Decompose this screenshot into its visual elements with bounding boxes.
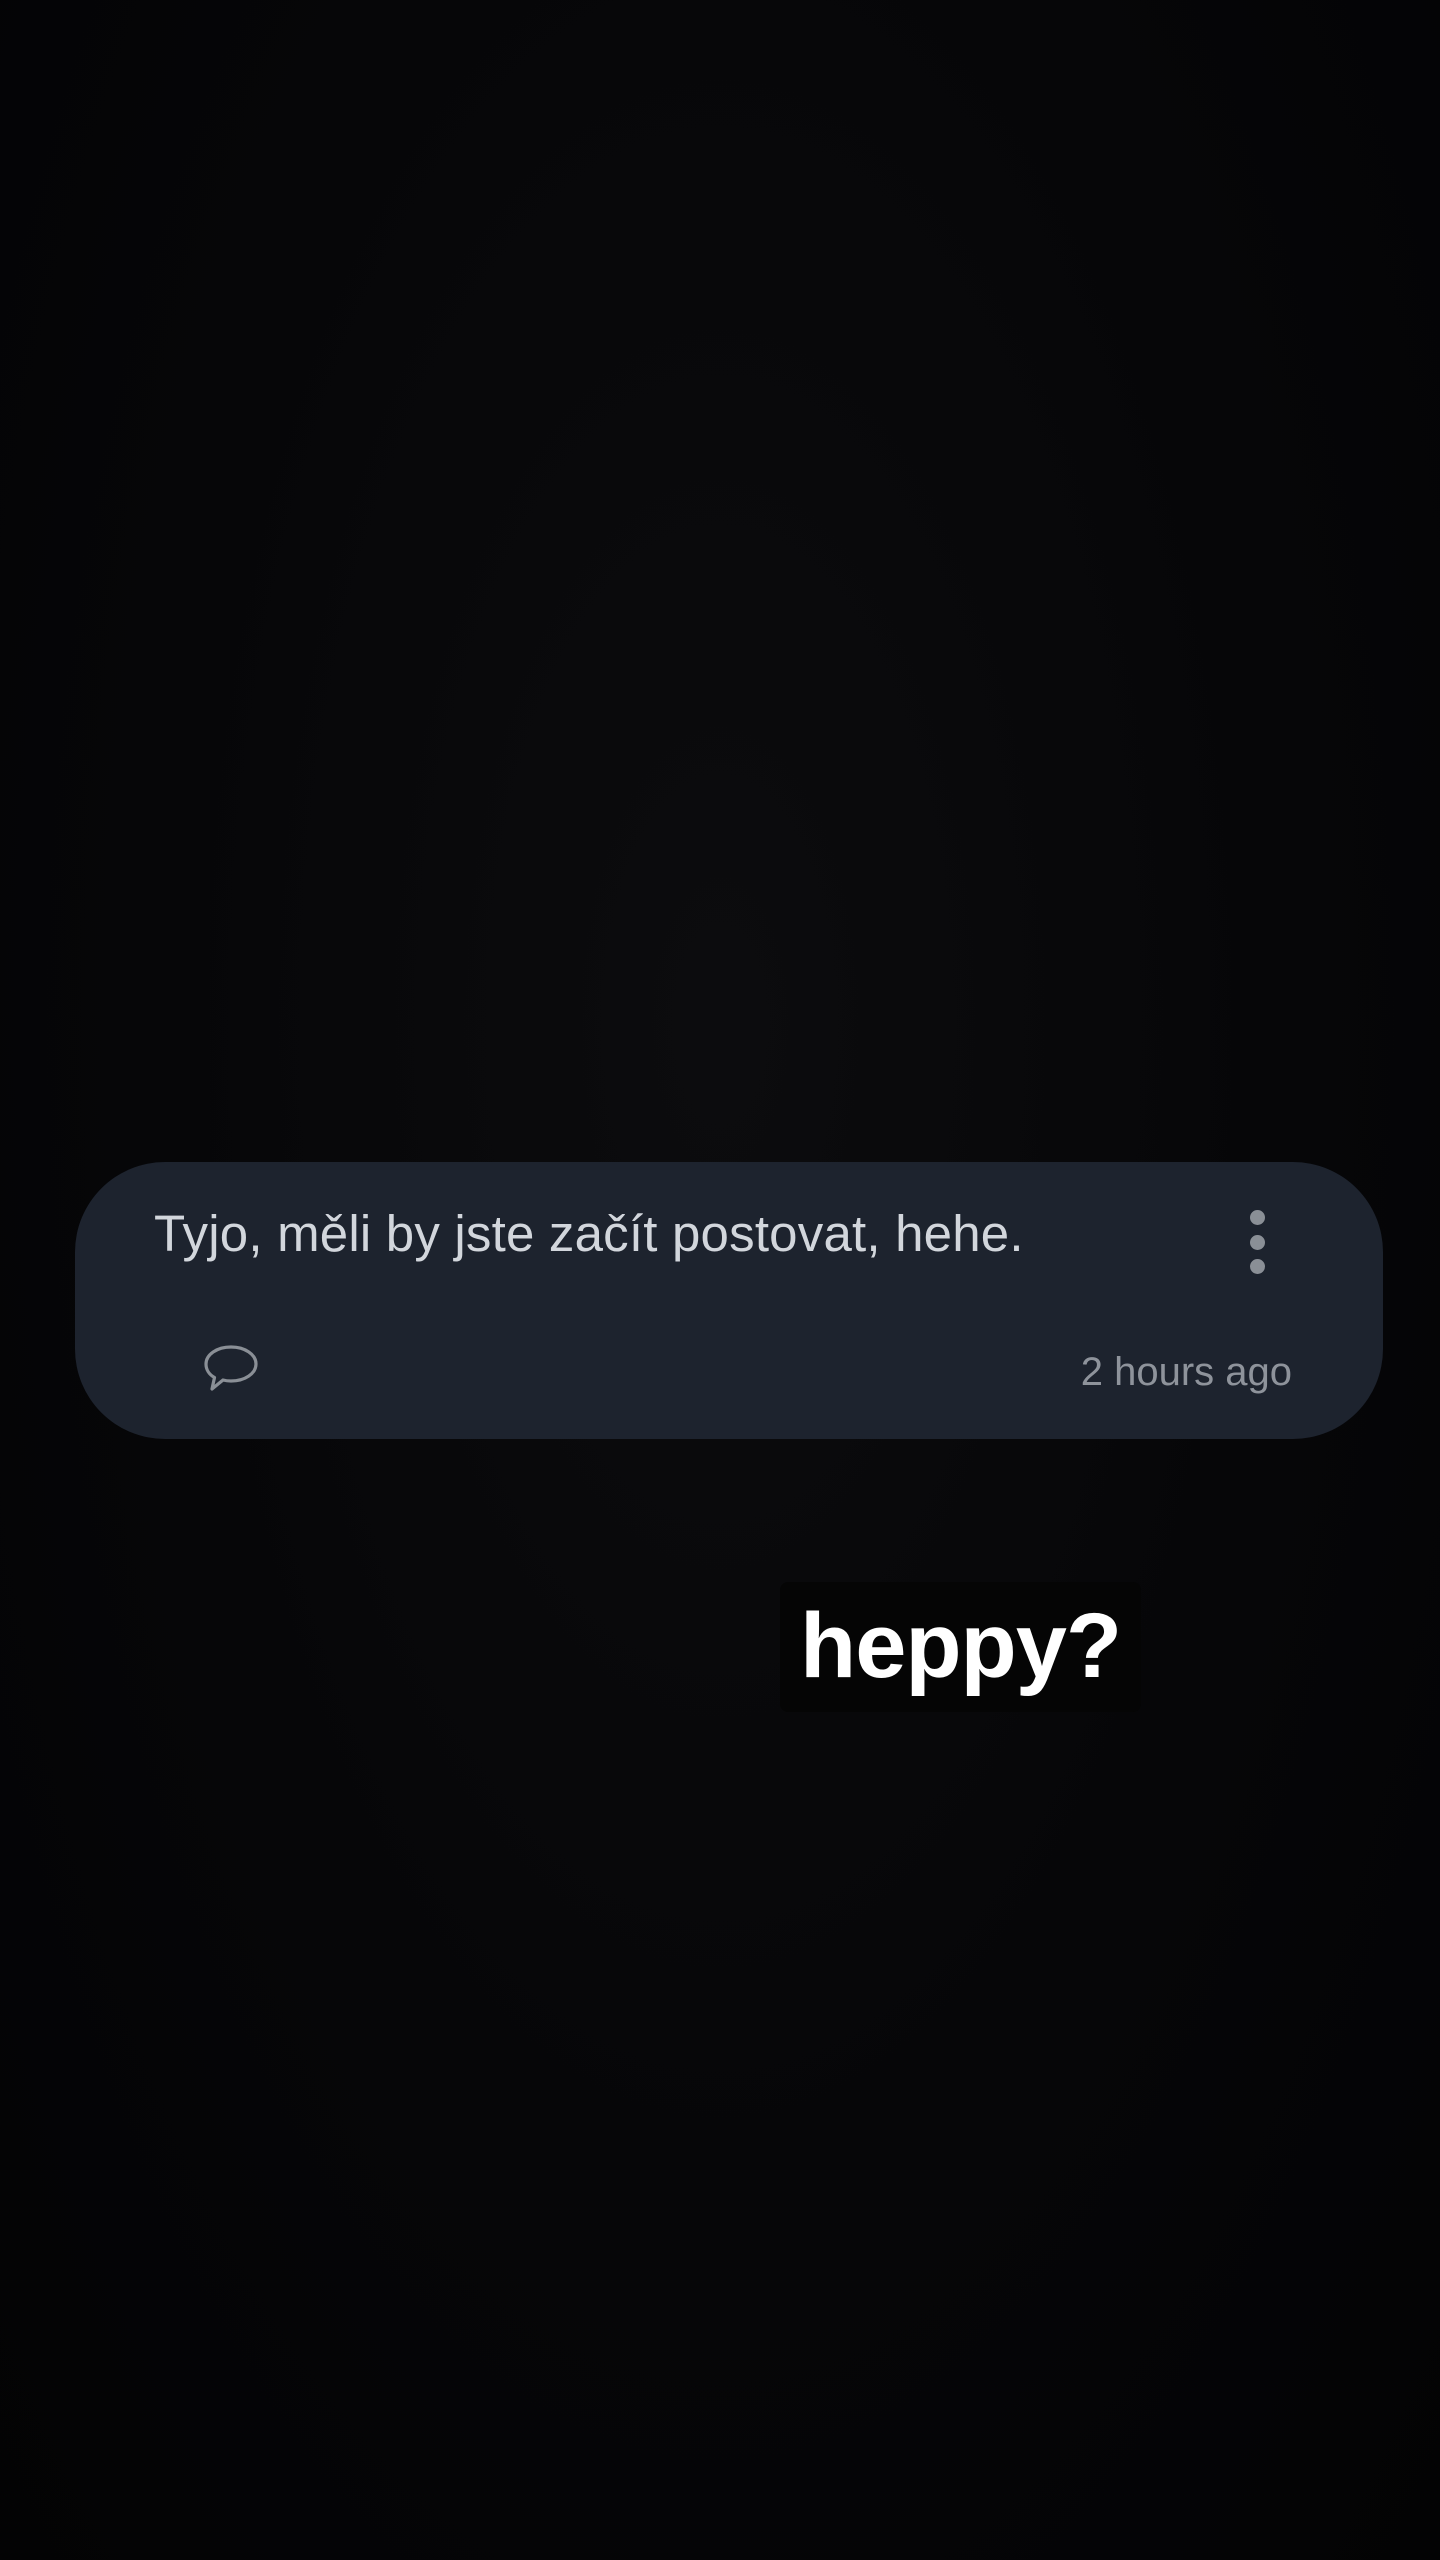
comment-text: Tyjo, měli by jste začít postovat, hehe.: [154, 1205, 1024, 1262]
vertical-ellipsis-icon-dot: [1249, 1259, 1265, 1274]
comment-card: Tyjo, měli by jste začít postovat, hehe.…: [75, 1162, 1383, 1439]
more-options-button[interactable]: [1237, 1202, 1277, 1282]
speech-bubble-icon: [204, 1345, 258, 1391]
vertical-ellipsis-icon-dot: [1249, 1210, 1265, 1225]
story-screen: Tyjo, měli by jste začít postovat, hehe.…: [0, 0, 1440, 2560]
reply-button[interactable]: [201, 1342, 261, 1396]
text-sticker[interactable]: heppy?: [780, 1582, 1142, 1712]
comment-timestamp: 2 hours ago: [1080, 1350, 1292, 1394]
vertical-ellipsis-icon-dot: [1249, 1234, 1265, 1250]
